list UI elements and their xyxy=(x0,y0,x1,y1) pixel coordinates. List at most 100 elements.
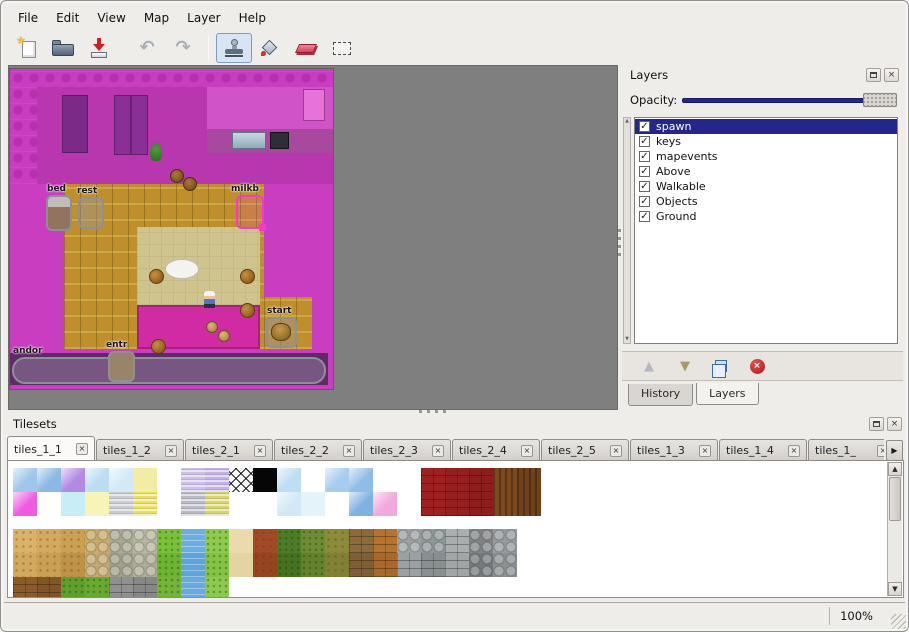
tileset-tile[interactable] xyxy=(373,492,397,516)
tileset-tile[interactable] xyxy=(517,492,541,516)
tileset-tile[interactable] xyxy=(445,529,469,553)
tileset-tile[interactable] xyxy=(373,468,397,492)
tileset-tile[interactable] xyxy=(13,553,37,577)
raise-layer-button[interactable]: ▲ xyxy=(638,355,660,377)
map-object-bed[interactable] xyxy=(46,195,72,231)
tileset-tile[interactable] xyxy=(397,553,421,577)
scroll-up-button[interactable]: ▲ xyxy=(888,462,902,476)
tileset-tile[interactable] xyxy=(109,577,133,598)
map-object-corridor[interactable] xyxy=(12,357,326,384)
tileset-tile[interactable] xyxy=(397,577,421,598)
tileset-tile[interactable] xyxy=(229,577,253,598)
tileset-tile[interactable] xyxy=(493,529,517,553)
menu-file[interactable]: File xyxy=(9,9,47,27)
tileset-tile[interactable] xyxy=(421,492,445,516)
tileset-tab[interactable]: tiles_1_2 × xyxy=(96,439,184,461)
resize-grip[interactable] xyxy=(891,614,906,629)
tileset-tile[interactable] xyxy=(397,468,421,492)
eraser-button[interactable] xyxy=(288,33,324,63)
tileset-tile[interactable] xyxy=(229,529,253,553)
tileset-tile[interactable] xyxy=(421,468,445,492)
tileset-tile[interactable] xyxy=(493,553,517,577)
close-tab-button[interactable]: × xyxy=(877,445,884,457)
tileset-tile[interactable] xyxy=(181,529,205,553)
close-dock-button[interactable]: × xyxy=(887,417,902,431)
tileset-tile[interactable] xyxy=(61,492,85,516)
tileset-tile[interactable] xyxy=(469,529,493,553)
tileset-tile[interactable] xyxy=(205,529,229,553)
layer-visibility-checkbox[interactable]: ✓ xyxy=(639,211,650,222)
tileset-tile[interactable] xyxy=(37,577,61,598)
tileset-tile[interactable] xyxy=(109,492,133,516)
tileset-tile[interactable] xyxy=(61,468,85,492)
tileset-tile[interactable] xyxy=(445,492,469,516)
close-dock-button[interactable]: × xyxy=(884,68,899,82)
tileset-tile[interactable] xyxy=(13,468,37,492)
close-tab-button[interactable]: × xyxy=(788,445,800,457)
map-view[interactable]: bed rest milkb start entr andor xyxy=(8,65,618,410)
tileset-tile[interactable] xyxy=(421,577,445,598)
layer-visibility-checkbox[interactable]: ✓ xyxy=(639,136,650,147)
tileset-tab[interactable]: tiles_2_3 × xyxy=(363,439,451,461)
tileset-tile[interactable] xyxy=(301,492,325,516)
menu-edit[interactable]: Edit xyxy=(47,9,88,27)
tileset-tile[interactable] xyxy=(421,553,445,577)
tileset-tile[interactable] xyxy=(517,577,541,598)
remove-layer-button[interactable]: × xyxy=(746,355,768,377)
tileset-tile[interactable] xyxy=(301,468,325,492)
tileset-tile[interactable] xyxy=(301,529,325,553)
tileset-tile[interactable] xyxy=(85,468,109,492)
tileset-tile[interactable] xyxy=(13,529,37,553)
tileset-tile[interactable] xyxy=(181,468,205,492)
close-tab-button[interactable]: × xyxy=(76,443,88,455)
tileset-tile[interactable] xyxy=(301,577,325,598)
tileset-tab[interactable]: tiles_2_5 × xyxy=(541,439,629,461)
tileset-tile[interactable] xyxy=(37,529,61,553)
selection-handle[interactable] xyxy=(259,224,266,231)
scroll-down-icon[interactable]: ▼ xyxy=(625,336,629,343)
tileset-tab[interactable]: tiles_2_1 × xyxy=(185,439,273,461)
layers-scrollbar[interactable]: ▲ ▼ xyxy=(623,117,631,344)
close-tab-button[interactable]: × xyxy=(343,445,355,457)
tileset-tile[interactable] xyxy=(37,553,61,577)
tileset-tile[interactable] xyxy=(445,553,469,577)
opacity-slider-handle[interactable] xyxy=(863,93,897,107)
tileset-tile[interactable] xyxy=(253,468,277,492)
tileset-tile[interactable] xyxy=(469,468,493,492)
tab-scroll-right-button[interactable]: ▶ xyxy=(886,440,903,461)
tileset-tile[interactable] xyxy=(205,553,229,577)
tileset-tile[interactable] xyxy=(181,577,205,598)
tileset-tile[interactable] xyxy=(325,468,349,492)
close-tab-button[interactable]: × xyxy=(165,445,177,457)
tileset-tile[interactable] xyxy=(253,577,277,598)
tileset-tile[interactable] xyxy=(37,492,61,516)
tileset-tile[interactable] xyxy=(493,468,517,492)
tileset-tile[interactable] xyxy=(61,553,85,577)
map-object-start[interactable] xyxy=(266,317,297,348)
tileset-tile[interactable] xyxy=(157,553,181,577)
tileset-tile[interactable] xyxy=(85,529,109,553)
horizontal-splitter-handle[interactable] xyxy=(419,410,449,413)
tileset-tile[interactable] xyxy=(157,492,181,516)
tileset-tile[interactable] xyxy=(13,492,37,516)
tileset-tile[interactable] xyxy=(469,553,493,577)
lower-layer-button[interactable]: ▼ xyxy=(674,355,696,377)
rect-select-button[interactable] xyxy=(324,33,360,63)
tileset-tile[interactable] xyxy=(373,553,397,577)
redo-button[interactable]: ↷ xyxy=(165,33,201,63)
close-tab-button[interactable]: × xyxy=(521,445,533,457)
tileset-tile[interactable] xyxy=(157,468,181,492)
tileset-tile[interactable] xyxy=(229,468,253,492)
tileset-tile[interactable] xyxy=(493,577,517,598)
close-tab-button[interactable]: × xyxy=(254,445,266,457)
layer-row-mapevents[interactable]: ✓ mapevents xyxy=(635,149,897,164)
layer-visibility-checkbox[interactable]: ✓ xyxy=(639,166,650,177)
tileset-tile[interactable] xyxy=(277,492,301,516)
tileset-tile[interactable] xyxy=(253,553,277,577)
tileset-tile[interactable] xyxy=(13,577,37,598)
layer-row-ground[interactable]: ✓ Ground xyxy=(635,209,897,224)
tileset-tile[interactable] xyxy=(277,577,301,598)
tileset-tab[interactable]: tiles_2_4 × xyxy=(452,439,540,461)
tileset-tile[interactable] xyxy=(133,529,157,553)
layer-row-above[interactable]: ✓ Above xyxy=(635,164,897,179)
